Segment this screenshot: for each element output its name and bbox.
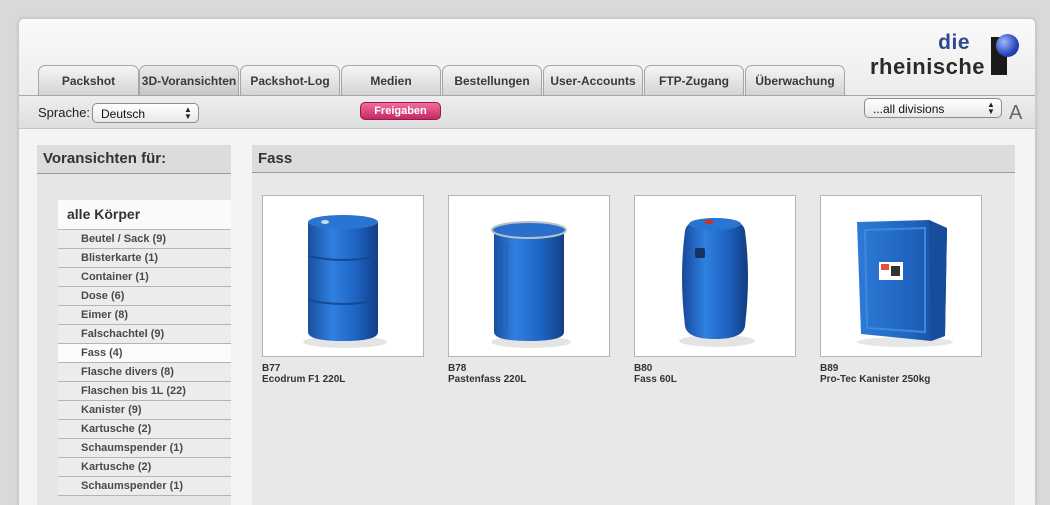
select-arrows-icon: ▲ ▼ (987, 100, 995, 116)
category-item[interactable]: Schaumspender (1) (58, 439, 231, 458)
division-select-value: ...all divisions (873, 102, 945, 116)
select-arrows-icon: ▲ ▼ (184, 105, 192, 121)
category-item[interactable]: Container (1) (58, 268, 231, 287)
category-item[interactable]: Schaumspender (1) (58, 477, 231, 496)
tab-user-accounts[interactable]: User-Accounts (543, 65, 643, 95)
sidebar: Voransichten für: alle Körper Beutel / S… (37, 145, 231, 505)
main-content: Fass B77 Ecodrum F1 220L B78 Pastenfass … (252, 145, 1015, 505)
category-item[interactable]: Flaschen bis 1L (22) (58, 382, 231, 401)
division-select[interactable]: ...all divisions ▲ ▼ (864, 98, 1002, 118)
category-list: alle Körper Beutel / Sack (9) Blisterkar… (58, 200, 231, 496)
font-size-button[interactable]: A (1009, 102, 1022, 125)
product-card[interactable]: B80 Fass 60L (634, 195, 796, 385)
app-window: Packshot 3D-Voransichten Packshot-Log Me… (18, 18, 1036, 505)
product-thumbnail[interactable] (262, 195, 424, 357)
category-item[interactable]: Falschachtel (9) (58, 325, 231, 344)
product-thumbnail[interactable] (448, 195, 610, 357)
freigaben-button[interactable]: Freigaben (360, 102, 441, 120)
category-item[interactable]: Flasche divers (8) (58, 363, 231, 382)
blue-plastic-drum-icon (303, 215, 387, 348)
product-name: Ecodrum F1 220L (262, 374, 346, 385)
tab-ftp-zugang[interactable]: FTP-Zugang (644, 65, 744, 95)
category-item[interactable]: Kartusche (2) (58, 458, 231, 477)
blue-ibc-container-icon (857, 220, 953, 347)
category-item[interactable]: Kanister (9) (58, 401, 231, 420)
toolbar: Sprache: Deutsch ▲ ▼ Freigaben ...all div… (19, 95, 1035, 129)
product-code: B78 (448, 363, 467, 374)
tab-3d-voransichten[interactable]: 3D-Voransichten (139, 65, 239, 95)
logo-sphere-icon (996, 34, 1019, 57)
category-all[interactable]: alle Körper (58, 200, 231, 230)
category-item[interactable]: Dose (6) (58, 287, 231, 306)
product-code: B89 (820, 363, 839, 374)
category-item[interactable]: Kartusche (2) (58, 420, 231, 439)
product-name: Pastenfass 220L (448, 374, 527, 385)
header: Packshot 3D-Voransichten Packshot-Log Me… (19, 19, 1035, 95)
category-item[interactable]: Blisterkarte (1) (58, 249, 231, 268)
category-item-active[interactable]: Fass (4) (58, 344, 231, 363)
product-name: Fass 60L (634, 374, 677, 385)
blue-small-drum-icon (679, 218, 755, 347)
product-card[interactable]: B78 Pastenfass 220L (448, 195, 610, 385)
company-logo: die rheinische (855, 29, 1025, 81)
tab-packshot-log[interactable]: Packshot-Log (240, 65, 340, 95)
tab-bestellungen[interactable]: Bestellungen (442, 65, 542, 95)
blue-open-drum-icon (491, 221, 571, 348)
language-select-value: Deutsch (101, 107, 146, 121)
sidebar-title: Voransichten für: (37, 145, 231, 174)
product-thumbnail[interactable] (820, 195, 982, 357)
tab-packshot[interactable]: Packshot (38, 65, 139, 95)
language-label: Sprache: (38, 105, 91, 120)
product-name: Pro-Tec Kanister 250kg (820, 374, 931, 385)
product-thumbnail[interactable] (634, 195, 796, 357)
category-item[interactable]: Eimer (8) (58, 306, 231, 325)
logo-text-die: die (938, 31, 970, 54)
category-item[interactable]: Beutel / Sack (9) (58, 230, 231, 249)
product-card[interactable]: B77 Ecodrum F1 220L (262, 195, 424, 385)
tab-medien[interactable]: Medien (341, 65, 441, 95)
page-title: Fass (252, 145, 1015, 173)
logo-text-rheinische: rheinische (869, 54, 985, 79)
product-code: B80 (634, 363, 653, 374)
product-code: B77 (262, 363, 281, 374)
tab-ueberwachung[interactable]: Überwachung (745, 65, 845, 95)
language-select[interactable]: Deutsch ▲ ▼ (92, 103, 199, 123)
product-card[interactable]: B89 Pro-Tec Kanister 250kg (820, 195, 982, 385)
